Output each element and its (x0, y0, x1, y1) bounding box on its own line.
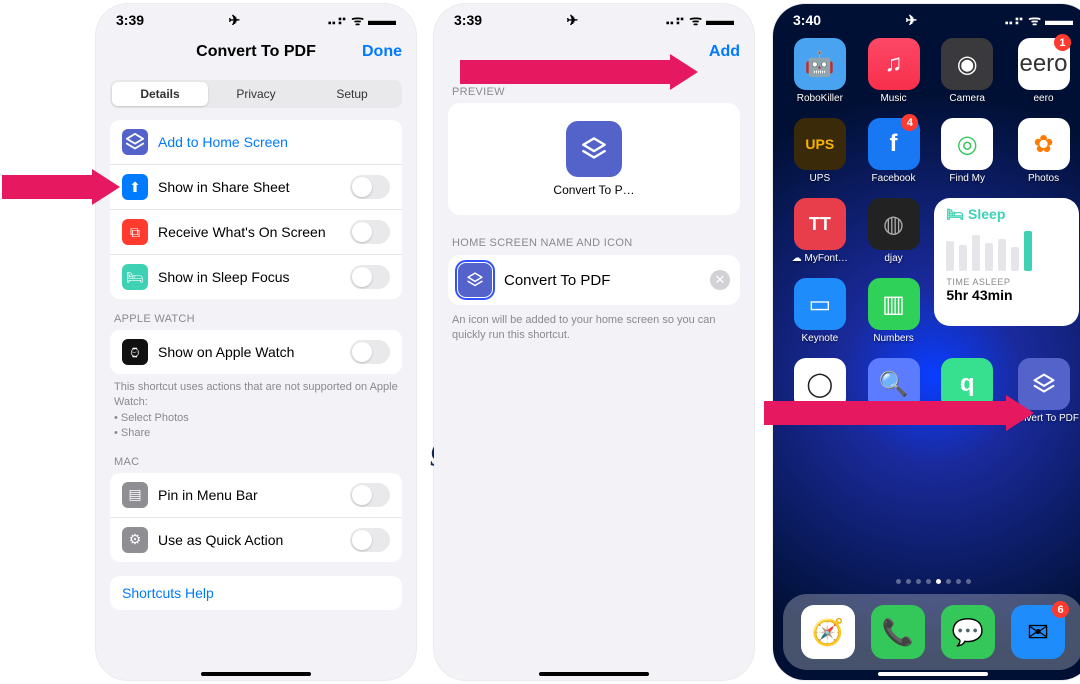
row-apple-watch[interactable]: ⌚︎ Show on Apple Watch (110, 330, 402, 374)
home-indicator[interactable] (201, 672, 311, 676)
app-music[interactable]: ♫Music (861, 38, 927, 104)
app-robokiller[interactable]: 🤖RoboKiller (787, 38, 853, 104)
shortcut-icon (122, 129, 148, 155)
share-icon: ⬆︎ (122, 174, 148, 200)
app-label: Photos (1028, 173, 1059, 184)
preview-label: Convert To P… (553, 183, 634, 197)
app-label: Keynote (801, 333, 838, 344)
app-label: Numbers (873, 333, 914, 344)
app-label: djay (884, 253, 902, 264)
name-card: ✕ (448, 255, 740, 305)
status-time: 3:39 (454, 12, 482, 28)
status-icons: ⠤⠖ᯤ▬▬ (1000, 11, 1073, 30)
row-on-screen[interactable]: ⧉ Receive What's On Screen (110, 209, 402, 254)
row-sleep-focus[interactable]: 🛏︎ Show in Sleep Focus (110, 254, 402, 299)
app-djay[interactable]: ◍djay (861, 198, 927, 264)
app-label: eero (1034, 93, 1054, 104)
app-numbers[interactable]: ▥Numbers (861, 278, 927, 344)
tab-details[interactable]: Details (112, 82, 208, 106)
screenshot-home-screen: 3:40✈︎ ⠤⠖ᯤ▬▬ 🤖RoboKiller♫Music◉Cameraeer… (773, 4, 1080, 680)
status-time: 3:40 (793, 12, 821, 28)
row-label: Show in Share Sheet (158, 179, 290, 195)
row-add-to-home[interactable]: Add to Home Screen (110, 120, 402, 164)
toggle[interactable] (350, 265, 390, 289)
status-icons: ⠤⠖ᯤ▬▬ (323, 11, 396, 30)
app-facebook[interactable]: f4Facebook (861, 118, 927, 184)
app-find-my[interactable]: ◎Find My (934, 118, 1000, 184)
app-label: Facebook (872, 173, 916, 184)
home-indicator[interactable] (539, 672, 649, 676)
name-header: HOME SCREEN NAME AND ICON (452, 237, 736, 249)
app-label: Music (880, 93, 906, 104)
hint-text: An icon will be added to your home scree… (452, 313, 736, 344)
row-label: Show in Sleep Focus (158, 269, 290, 285)
row-label: Use as Quick Action (158, 532, 283, 548)
nav-title: Convert To PDF (196, 43, 316, 61)
app-label: Camera (949, 93, 985, 104)
dock-phone[interactable]: 📞 (871, 605, 925, 659)
callout-arrow-3 (764, 395, 1034, 431)
app-photos[interactable]: ✿Photos (1008, 118, 1079, 184)
app-keynote[interactable]: ▭Keynote (787, 278, 853, 344)
row-label: Receive What's On Screen (158, 224, 326, 240)
row-label: Show on Apple Watch (158, 344, 294, 360)
watch-icon: ⌚︎ (122, 339, 148, 365)
screen-icon: ⧉ (122, 219, 148, 245)
toggle[interactable] (350, 340, 390, 364)
watch-note: This shortcut uses actions that are not … (110, 374, 402, 442)
screenshot-add-to-home: 3:39✈︎ ⠤⠖ᯤ▬▬ Add PREVIEW Convert To P… H… (434, 4, 754, 680)
preview-card: Convert To P… (448, 103, 740, 215)
dock-messages[interactable]: 💬 (941, 605, 995, 659)
row-label: Pin in Menu Bar (158, 487, 258, 503)
icon-picker[interactable] (458, 263, 492, 297)
app-myfont-[interactable]: TT☁︎ MyFont… (787, 198, 853, 264)
toggle[interactable] (350, 528, 390, 552)
dock: 🧭 📞 💬 ✉︎6 (783, 594, 1080, 670)
app-label: RoboKiller (797, 93, 843, 104)
tab-privacy[interactable]: Privacy (208, 82, 304, 106)
row-share-sheet[interactable]: ⬆︎ Show in Share Sheet (110, 164, 402, 209)
status-time: 3:39 (116, 12, 144, 28)
toggle[interactable] (350, 483, 390, 507)
app-label: Find My (949, 173, 985, 184)
tab-setup[interactable]: Setup (304, 82, 400, 106)
row-shortcuts-help[interactable]: Shortcuts Help (110, 576, 402, 610)
section-header-mac: MAC (114, 456, 398, 468)
gear-icon: ⚙︎ (122, 527, 148, 553)
bed-icon: 🛏︎ (122, 264, 148, 290)
menubar-icon: ▤ (122, 482, 148, 508)
name-input[interactable] (502, 271, 710, 290)
preview-icon (566, 121, 622, 177)
dock-safari[interactable]: 🧭 (801, 605, 855, 659)
badge: 6 (1052, 601, 1069, 618)
badge: 1 (1054, 34, 1071, 51)
callout-arrow-1 (2, 169, 120, 205)
app-ups[interactable]: UPSUPS (787, 118, 853, 184)
callout-arrow-2 (460, 54, 698, 90)
add-button[interactable]: Add (709, 43, 740, 61)
screenshot-shortcut-details: 3:39✈︎ ⠤⠖ᯤ▬▬ Convert To PDF Done Details… (96, 4, 416, 680)
app-label: UPS (810, 173, 831, 184)
app-eero[interactable]: eero1eero (1008, 38, 1079, 104)
done-button[interactable]: Done (362, 43, 402, 61)
row-pin-menubar[interactable]: ▤ Pin in Menu Bar (110, 473, 402, 517)
sleep-widget[interactable]: 🛏︎ SleepTIME ASLEEP5hr 43min (934, 198, 1079, 326)
toggle[interactable] (350, 175, 390, 199)
status-icons: ⠤⠖ᯤ▬▬ (661, 11, 734, 30)
dock-mail[interactable]: ✉︎6 (1011, 605, 1065, 659)
toggle[interactable] (350, 220, 390, 244)
section-header-watch: APPLE WATCH (114, 313, 398, 325)
segmented-control[interactable]: Details Privacy Setup (110, 80, 402, 108)
row-label: Add to Home Screen (158, 134, 288, 150)
row-label: Shortcuts Help (122, 585, 214, 601)
home-indicator[interactable] (878, 672, 988, 676)
app-label: ☁︎ MyFont… (792, 253, 848, 264)
row-quick-action[interactable]: ⚙︎ Use as Quick Action (110, 517, 402, 562)
page-indicator[interactable] (773, 579, 1080, 584)
app-camera[interactable]: ◉Camera (934, 38, 1000, 104)
clear-button[interactable]: ✕ (710, 270, 730, 290)
